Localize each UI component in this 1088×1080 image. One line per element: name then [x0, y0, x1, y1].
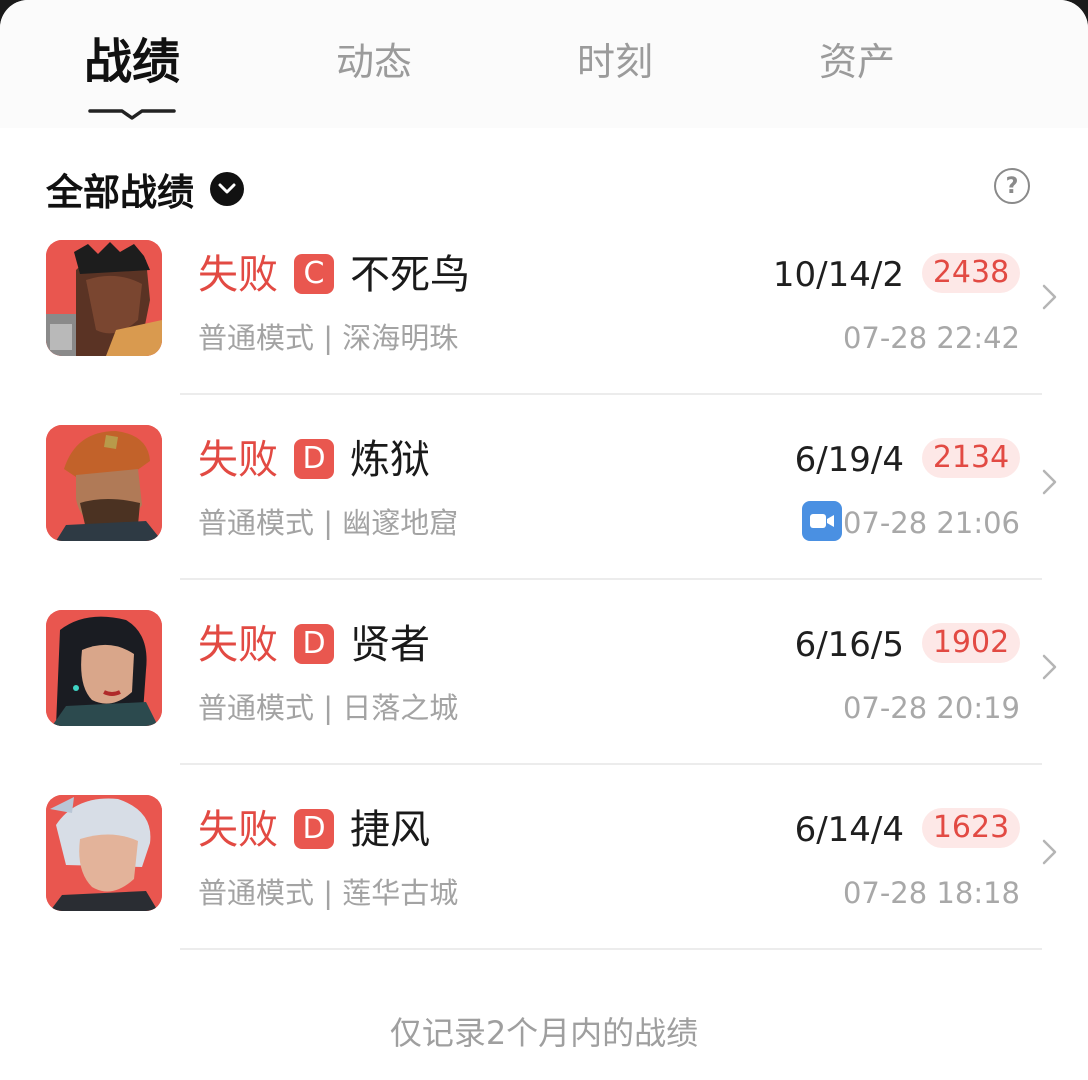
tab-assets[interactable]: 资产 [757, 30, 957, 94]
kda: 10/14/2 [772, 255, 904, 295]
grade-badge: D [294, 624, 334, 664]
hero-name: 不死鸟 [350, 252, 470, 298]
hero-avatar-jett [46, 795, 162, 911]
active-tab-indicator [88, 109, 176, 120]
grade-badge: D [294, 809, 334, 849]
kda: 6/16/5 [794, 625, 904, 665]
score-badge: 2438 [922, 253, 1020, 293]
match-list-panel: 全部战绩 ? 失败 C 不死鸟 10/14/2 2438 普通模式 | 深海明珠… [0, 128, 1088, 1080]
kda: 6/14/4 [794, 810, 904, 850]
match-history-sheet: 战绩 动态 时刻 资产 全部战绩 ? 失败 C 不死鸟 10/14/2 2438… [0, 0, 1088, 1080]
hero-name: 炼狱 [350, 437, 430, 483]
match-result: 失败 [198, 437, 278, 483]
match-result: 失败 [198, 622, 278, 668]
score-badge: 2134 [922, 438, 1020, 478]
chevron-right-icon [1042, 839, 1057, 865]
score-badge: 1623 [922, 808, 1020, 848]
tab-bar: 战绩 动态 时刻 资产 [0, 0, 1088, 128]
hero-name: 贤者 [350, 622, 430, 668]
match-row[interactable]: 失败 D 贤者 6/16/5 1902 普通模式 | 日落之城 07-28 20… [0, 490, 1088, 765]
match-row[interactable]: 失败 C 不死鸟 10/14/2 2438 普通模式 | 深海明珠 07-28 … [0, 120, 1088, 395]
kda: 6/19/4 [794, 440, 904, 480]
match-row[interactable]: 失败 D 捷风 6/14/4 1623 普通模式 | 莲华古城 07-28 18… [0, 675, 1088, 950]
tab-activity[interactable]: 动态 [274, 30, 474, 94]
match-result: 失败 [198, 807, 278, 853]
tab-match-history[interactable]: 战绩 [32, 30, 232, 94]
grade-badge: D [294, 439, 334, 479]
hero-name: 捷风 [350, 807, 430, 853]
grade-badge: C [294, 254, 334, 294]
score-badge: 1902 [922, 623, 1020, 663]
match-result: 失败 [198, 252, 278, 298]
match-time: 07-28 18:18 [842, 876, 1020, 910]
retention-footnote: 仅记录2个月内的战绩 [389, 1014, 699, 1052]
tab-moments[interactable]: 时刻 [515, 30, 715, 94]
match-row[interactable]: 失败 D 炼狱 6/19/4 2134 普通模式 | 幽邃地窟 07-28 21… [0, 305, 1088, 580]
mode-map: 普通模式 | 莲华古城 [198, 876, 459, 910]
row-divider [180, 948, 1042, 950]
